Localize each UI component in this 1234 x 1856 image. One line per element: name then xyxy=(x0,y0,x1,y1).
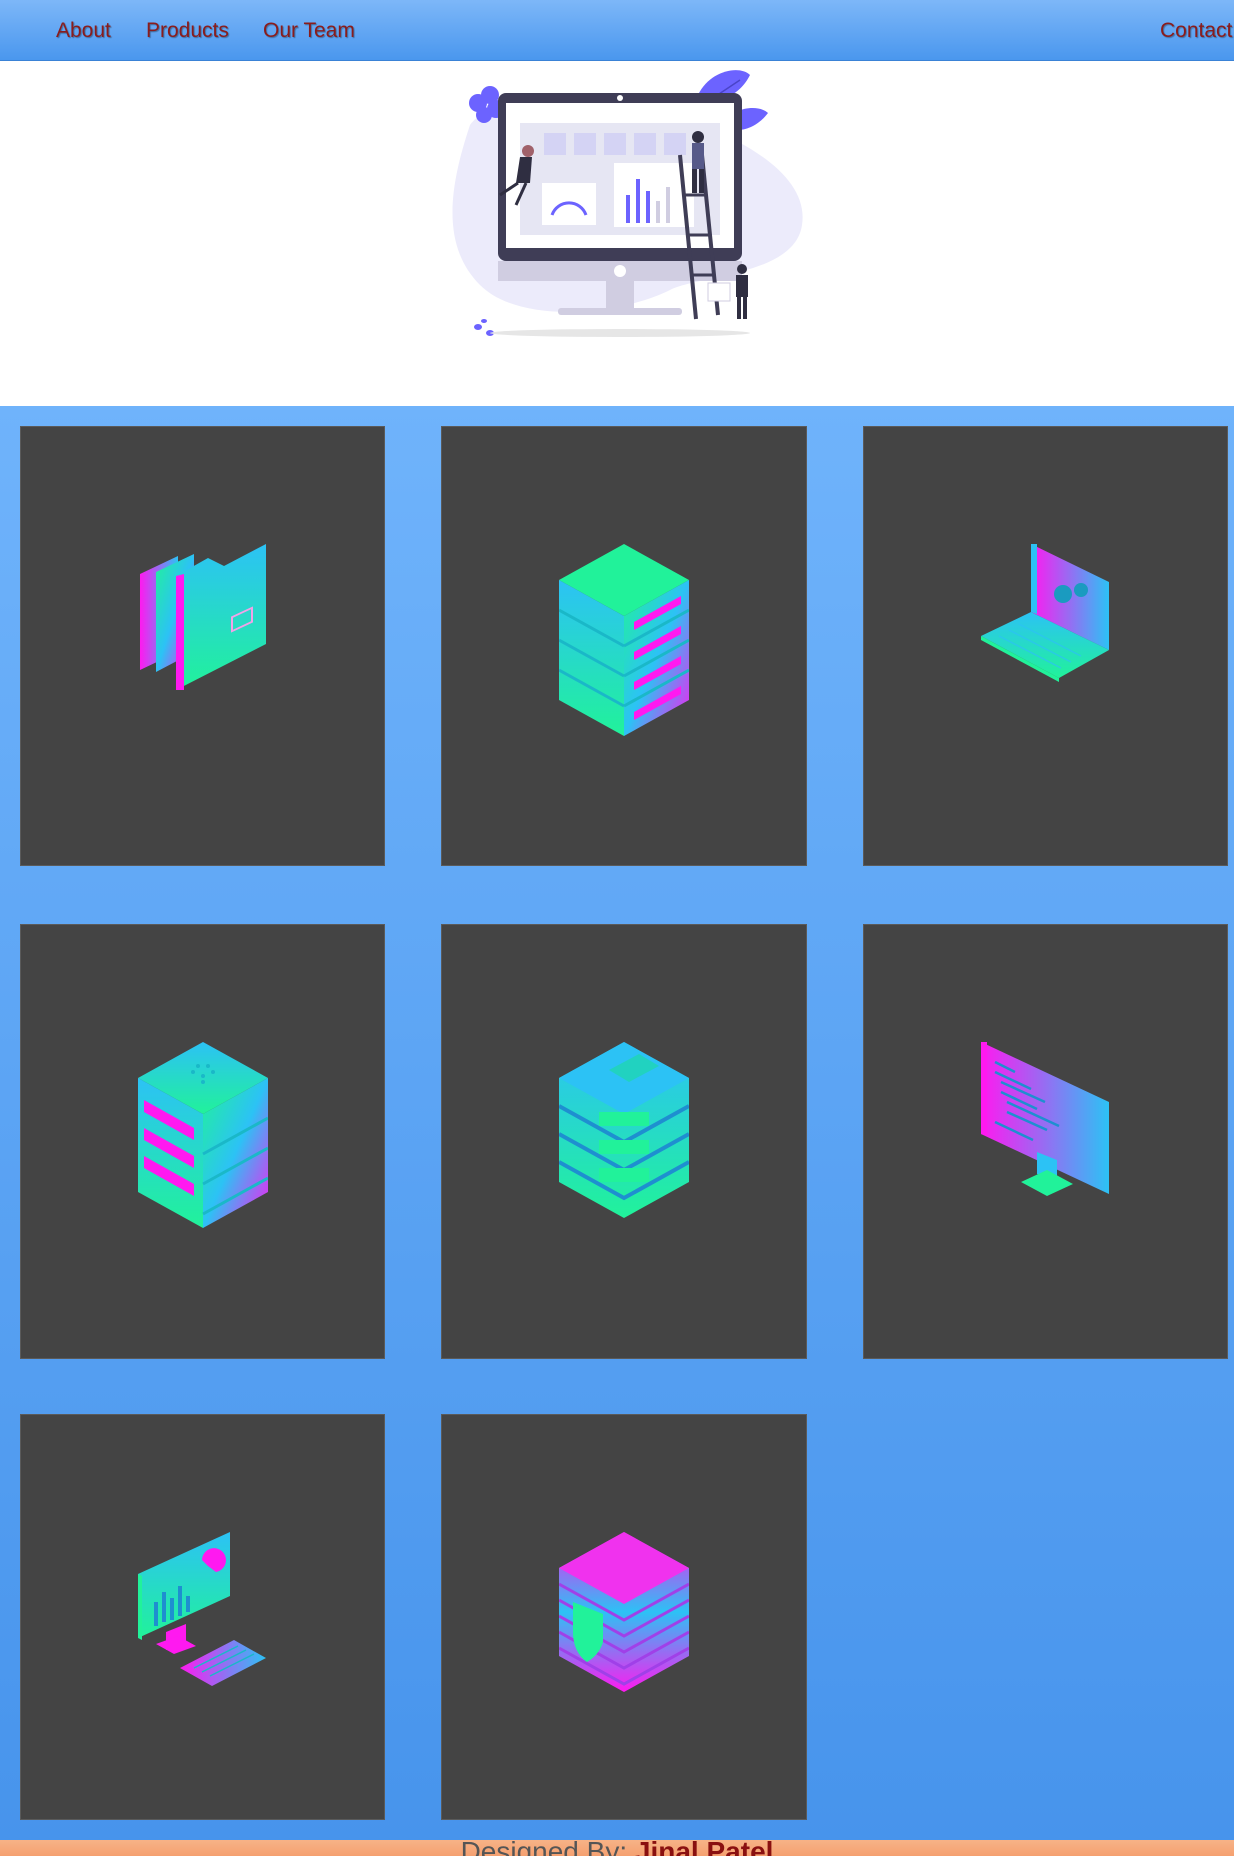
hero-section xyxy=(0,61,1234,406)
analytics-desktop-icon xyxy=(138,1532,266,1686)
nav-link-products[interactable]: Products xyxy=(146,19,229,43)
product-card[interactable] xyxy=(441,1414,807,1820)
product-card[interactable] xyxy=(863,924,1228,1359)
footer: Designed By: Jinal Patel xyxy=(0,1840,1234,1856)
server-rack-icon xyxy=(138,1042,268,1228)
nav-link-our-team[interactable]: Our Team xyxy=(263,19,355,43)
footer-author-name: Jinal Patel xyxy=(634,1840,774,1856)
product-card[interactable] xyxy=(441,426,807,866)
product-card[interactable] xyxy=(20,924,385,1359)
database-icon xyxy=(559,1042,689,1218)
nav-link-contact[interactable]: Contact xyxy=(1160,19,1232,43)
code-monitor-icon xyxy=(981,1042,1109,1196)
products-grid xyxy=(0,406,1234,1840)
laptop-settings-icon xyxy=(981,544,1109,682)
footer-prefix: Designed By: xyxy=(460,1840,628,1856)
footer-credit: Designed By: Jinal Patel xyxy=(0,1840,1234,1856)
product-card[interactable] xyxy=(441,924,807,1359)
folders-icon xyxy=(140,544,266,690)
nav-link-about[interactable]: About xyxy=(56,19,111,43)
product-card[interactable] xyxy=(20,426,385,866)
server-stack-icon xyxy=(559,544,689,736)
top-navbar: About Products Our Team Contact xyxy=(0,0,1234,61)
product-card[interactable] xyxy=(863,426,1228,866)
dashboard-monitor-illustration xyxy=(452,70,803,337)
product-card[interactable] xyxy=(20,1414,385,1820)
secure-database-icon xyxy=(559,1532,689,1692)
